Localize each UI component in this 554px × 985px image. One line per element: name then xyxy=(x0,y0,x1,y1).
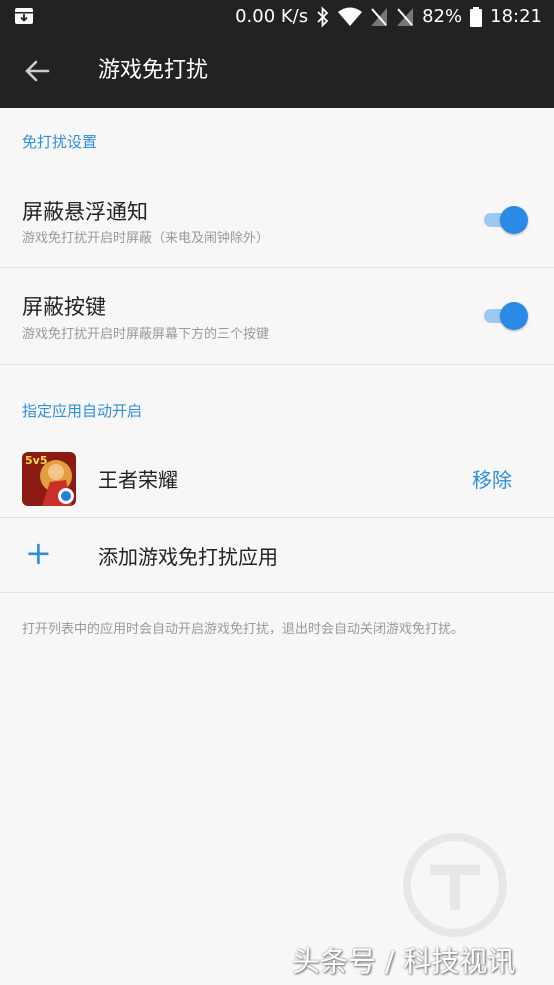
block-notifications-toggle[interactable] xyxy=(484,206,528,234)
app-icon-badge: 5v5 xyxy=(25,454,48,467)
add-app-label: 添加游戏免打扰应用 xyxy=(98,545,278,569)
status-bar: 0.00 K/s 82% 18:21 xyxy=(0,0,554,34)
divider xyxy=(0,364,554,365)
game-app-icon: 5v5 xyxy=(22,452,76,506)
clock: 18:21 xyxy=(490,6,542,27)
no-signal-icon-2 xyxy=(397,8,414,26)
no-signal-icon xyxy=(371,8,388,26)
toggle-thumb xyxy=(500,206,528,234)
divider xyxy=(0,592,554,593)
battery-percent: 82% xyxy=(422,6,463,27)
setting-description: 游戏免打扰开启时屏蔽屏幕下方的三个按键 xyxy=(22,327,270,342)
wifi-icon xyxy=(338,7,363,26)
setting-label: 屏蔽按键 xyxy=(22,295,106,319)
back-arrow-icon[interactable] xyxy=(22,56,52,86)
block-keys-toggle[interactable] xyxy=(484,302,528,330)
add-icon: + xyxy=(25,534,52,572)
page-title: 游戏免打扰 xyxy=(98,58,209,83)
add-app-row[interactable]: + 添加游戏免打扰应用 xyxy=(0,518,554,592)
battery-icon xyxy=(470,7,483,27)
section-header-dnd-settings: 免打扰设置 xyxy=(22,133,98,151)
toggle-thumb xyxy=(500,302,528,330)
setting-label: 屏蔽悬浮通知 xyxy=(22,200,148,224)
app-name: 王者荣耀 xyxy=(98,468,178,492)
app-list-item: 5v5 王者荣耀 移除 xyxy=(0,440,554,517)
watermark-text: 头条号 / 科技视讯 xyxy=(292,945,516,978)
download-notification-icon xyxy=(15,8,33,24)
setting-row-block-keys[interactable]: 屏蔽按键 游戏免打扰开启时屏蔽屏幕下方的三个按键 xyxy=(0,268,554,364)
section-header-auto-enable-apps: 指定应用自动开启 xyxy=(22,402,143,420)
setting-description: 游戏免打扰开启时屏蔽（来电及闹钟除外） xyxy=(22,231,270,246)
footnote-text: 打开列表中的应用时会自动开启游戏免打扰，退出时会自动关闭游戏免打扰。 xyxy=(22,622,465,637)
app-bar: 游戏免打扰 xyxy=(0,34,554,108)
network-speed: 0.00 K/s xyxy=(235,6,309,27)
remove-app-button[interactable]: 移除 xyxy=(472,464,512,493)
watermark-logo-icon xyxy=(403,833,507,937)
setting-row-block-floating-notifications[interactable]: 屏蔽悬浮通知 游戏免打扰开启时屏蔽（来电及闹钟除外） xyxy=(0,170,554,268)
bluetooth-icon xyxy=(317,6,329,28)
